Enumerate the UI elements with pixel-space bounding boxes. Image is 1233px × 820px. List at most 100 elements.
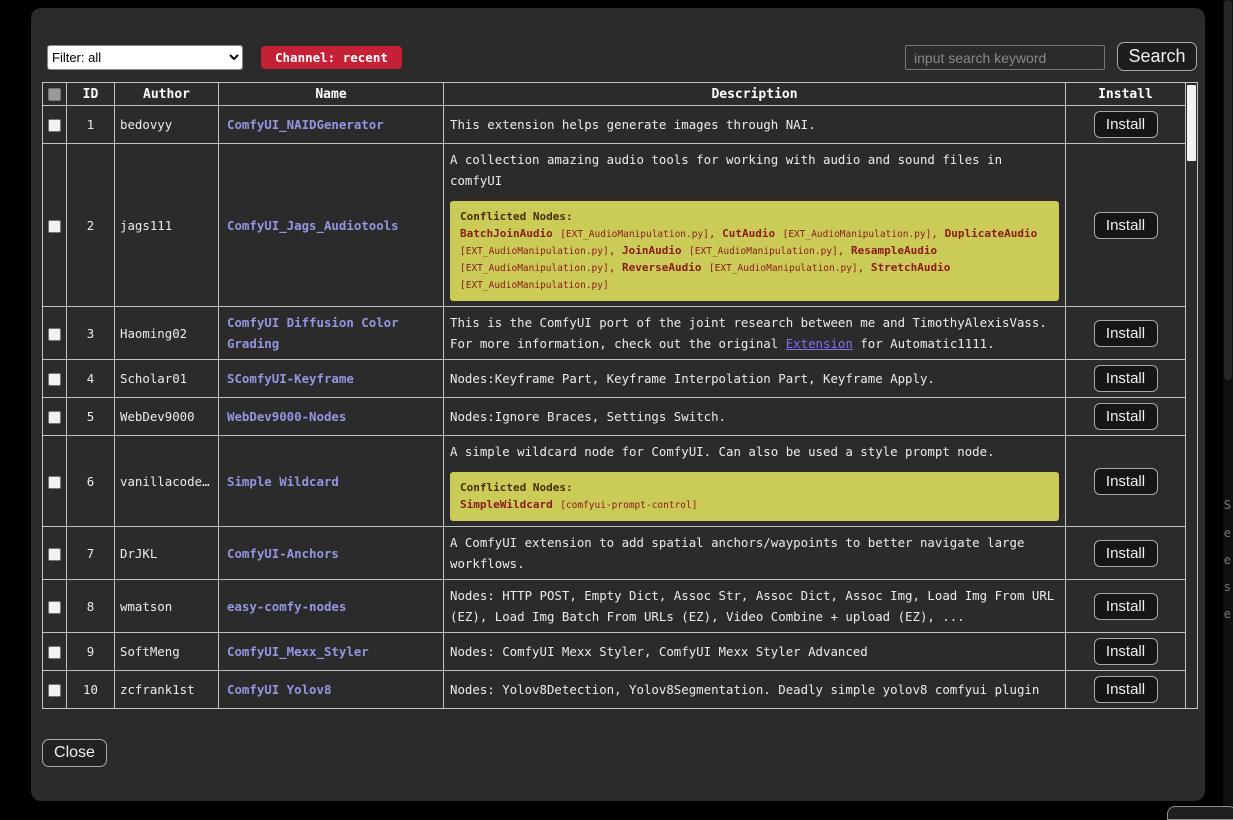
- conflicted-node-source: [EXT_AudioManipulation.py]: [783, 229, 932, 240]
- conflicted-node-source: [EXT_AudioManipulation.py]: [460, 280, 609, 291]
- row-name-link[interactable]: WebDev9000-Nodes: [227, 409, 346, 424]
- install-button[interactable]: Install: [1094, 365, 1158, 392]
- row-id: 10: [67, 671, 115, 709]
- row-name-link[interactable]: ComfyUI_Jags_Audiotools: [227, 218, 399, 233]
- table-row: 7DrJKL ComfyUI-Anchors A ComfyUI extension…: [43, 527, 1186, 580]
- row-author: wmatson: [115, 580, 219, 633]
- row-author: WebDev9000: [115, 398, 219, 436]
- select-all-checkbox[interactable]: [48, 88, 61, 101]
- header-select-all: [43, 83, 67, 106]
- row-id: 4: [67, 360, 115, 398]
- description-text: A ComfyUI extension to add spatial ancho…: [450, 532, 1059, 574]
- install-button[interactable]: Install: [1094, 212, 1158, 239]
- row-id: 9: [67, 633, 115, 671]
- row-name-link[interactable]: ComfyUI-Anchors: [227, 546, 339, 561]
- row-id: 7: [67, 527, 115, 580]
- header-description: Description: [444, 83, 1066, 106]
- header-name: Name: [219, 83, 444, 106]
- row-name-link[interactable]: SComfyUI-Keyframe: [227, 371, 354, 386]
- install-button[interactable]: Install: [1094, 593, 1158, 620]
- row-description: Nodes: ComfyUI Mexx Styler, ComfyUI Mexx…: [444, 633, 1066, 671]
- conflicted-node-source: [EXT_AudioManipulation.py]: [560, 229, 709, 240]
- table-row: 8wmatsoneasy-comfy-nodesNodes: HTTP POST…: [43, 580, 1186, 633]
- row-id: 1: [67, 106, 115, 144]
- description-text: This extension helps generate images thr…: [450, 114, 1059, 135]
- table-scrollbar[interactable]: [1185, 82, 1198, 709]
- install-button[interactable]: Install: [1094, 676, 1158, 703]
- conflicted-nodes-box: Conflicted Nodes:SimpleWildcard [comfyui…: [450, 472, 1059, 521]
- filter-select[interactable]: Filter: all: [47, 45, 243, 70]
- row-description: A ComfyUI extension to add spatial ancho…: [444, 527, 1066, 580]
- table-row: 1bedovyy ComfyUI_NAIDGenerator This extens…: [43, 106, 1186, 144]
- row-description: Nodes:Keyframe Part, Keyframe Interpolat…: [444, 360, 1066, 398]
- header-id: ID: [67, 83, 115, 106]
- row-name-link[interactable]: ComfyUI_Mexx_Styler: [227, 644, 369, 659]
- row-checkbox[interactable]: [48, 328, 61, 341]
- header-author: Author: [115, 83, 219, 106]
- row-id: 3: [67, 307, 115, 360]
- row-checkbox[interactable]: [48, 476, 61, 489]
- dialog-toolbar: Filter: all Channel: recent Search: [31, 8, 1205, 82]
- row-description: Nodes: HTTP POST, Empty Dict, Assoc Str,…: [444, 580, 1066, 633]
- description-link[interactable]: Extension: [786, 336, 853, 351]
- row-name-link[interactable]: Simple Wildcard: [227, 474, 339, 489]
- description-text: A simple wildcard node for ComfyUI. Can …: [450, 441, 1059, 462]
- occluded-ui-glyph: S: [1224, 498, 1231, 512]
- row-checkbox[interactable]: [48, 548, 61, 561]
- row-checkbox[interactable]: [48, 601, 61, 614]
- row-author: Haoming02: [115, 307, 219, 360]
- conflicted-node-source: [EXT_AudioManipulation.py]: [689, 246, 838, 257]
- conflicted-nodes-list: SimpleWildcard [comfyui-prompt-control]: [460, 496, 1049, 513]
- install-button[interactable]: Install: [1094, 540, 1158, 567]
- description-text: Nodes:Ignore Braces, Settings Switch.: [450, 406, 1059, 427]
- conflicted-nodes-list: BatchJoinAudio [EXT_AudioManipulation.py…: [460, 225, 1049, 293]
- row-name-link[interactable]: ComfyUI Yolov8: [227, 682, 331, 697]
- install-button[interactable]: Install: [1094, 111, 1158, 138]
- partial-button-bottom-right[interactable]: [1167, 806, 1233, 820]
- table-row: 4Scholar01SComfyUI-KeyframeNodes:Keyfram…: [43, 360, 1186, 398]
- install-button[interactable]: Install: [1094, 638, 1158, 665]
- close-button[interactable]: Close: [42, 739, 107, 767]
- row-description: This extension helps generate images thr…: [444, 106, 1066, 144]
- conflicted-nodes-title: Conflicted Nodes:: [460, 209, 1049, 224]
- search-button[interactable]: Search: [1117, 42, 1197, 71]
- conflicted-nodes-box: Conflicted Nodes:BatchJoinAudio [EXT_Aud…: [450, 201, 1059, 301]
- occluded-ui-glyph: s: [1224, 580, 1231, 594]
- page-scrollbar-thumb[interactable]: [1224, 0, 1232, 380]
- row-checkbox[interactable]: [48, 119, 61, 132]
- row-description: A collection amazing audio tools for wor…: [444, 144, 1066, 307]
- table-row: 9SoftMengComfyUI_Mexx_StylerNodes: Comfy…: [43, 633, 1186, 671]
- description-text: Nodes: Yolov8Detection, Yolov8Segmentati…: [450, 679, 1059, 700]
- conflicted-node-name: JoinAudio: [622, 244, 682, 257]
- table-scrollbar-thumb[interactable]: [1187, 85, 1196, 161]
- install-button[interactable]: Install: [1094, 320, 1158, 347]
- channel-badge: Channel: recent: [261, 46, 402, 69]
- row-description: Nodes:Ignore Braces, Settings Switch.: [444, 398, 1066, 436]
- row-checkbox[interactable]: [48, 220, 61, 233]
- conflicted-nodes-title: Conflicted Nodes:: [460, 480, 1049, 495]
- description-text: Nodes: ComfyUI Mexx Styler, ComfyUI Mexx…: [450, 641, 1059, 662]
- search-input[interactable]: [905, 45, 1105, 70]
- install-button[interactable]: Install: [1094, 468, 1158, 495]
- table-row: 5WebDev9000WebDev9000-NodesNodes:Ignore …: [43, 398, 1186, 436]
- row-name-link[interactable]: easy-comfy-nodes: [227, 599, 346, 614]
- conflicted-node-name: CutAudio: [722, 227, 775, 240]
- conflicted-node-name: StretchAudio: [871, 261, 950, 274]
- row-description: This is the ComfyUI port of the joint re…: [444, 307, 1066, 360]
- row-name-link[interactable]: ComfyUI_NAIDGenerator: [227, 117, 384, 132]
- occluded-ui-glyph: e: [1224, 553, 1231, 567]
- row-author: DrJKL: [115, 527, 219, 580]
- install-button[interactable]: Install: [1094, 403, 1158, 430]
- table-row: 2jags111ComfyUI_Jags_AudiotoolsA collect…: [43, 144, 1186, 307]
- row-checkbox[interactable]: [48, 373, 61, 386]
- header-install: Install: [1066, 83, 1186, 106]
- conflicted-node-name: DuplicateAudio: [945, 227, 1038, 240]
- page-scrollbar[interactable]: [1223, 0, 1233, 815]
- row-author: bedovyy: [115, 106, 219, 144]
- row-checkbox[interactable]: [48, 684, 61, 697]
- row-name-link[interactable]: ComfyUI Diffusion Color Grading: [227, 315, 399, 351]
- custom-nodes-table: ID Author Name Description Install 1bedo…: [42, 82, 1198, 709]
- row-checkbox[interactable]: [48, 411, 61, 424]
- conflicted-node-source: [comfyui-prompt-control]: [560, 500, 697, 511]
- row-checkbox[interactable]: [48, 646, 61, 659]
